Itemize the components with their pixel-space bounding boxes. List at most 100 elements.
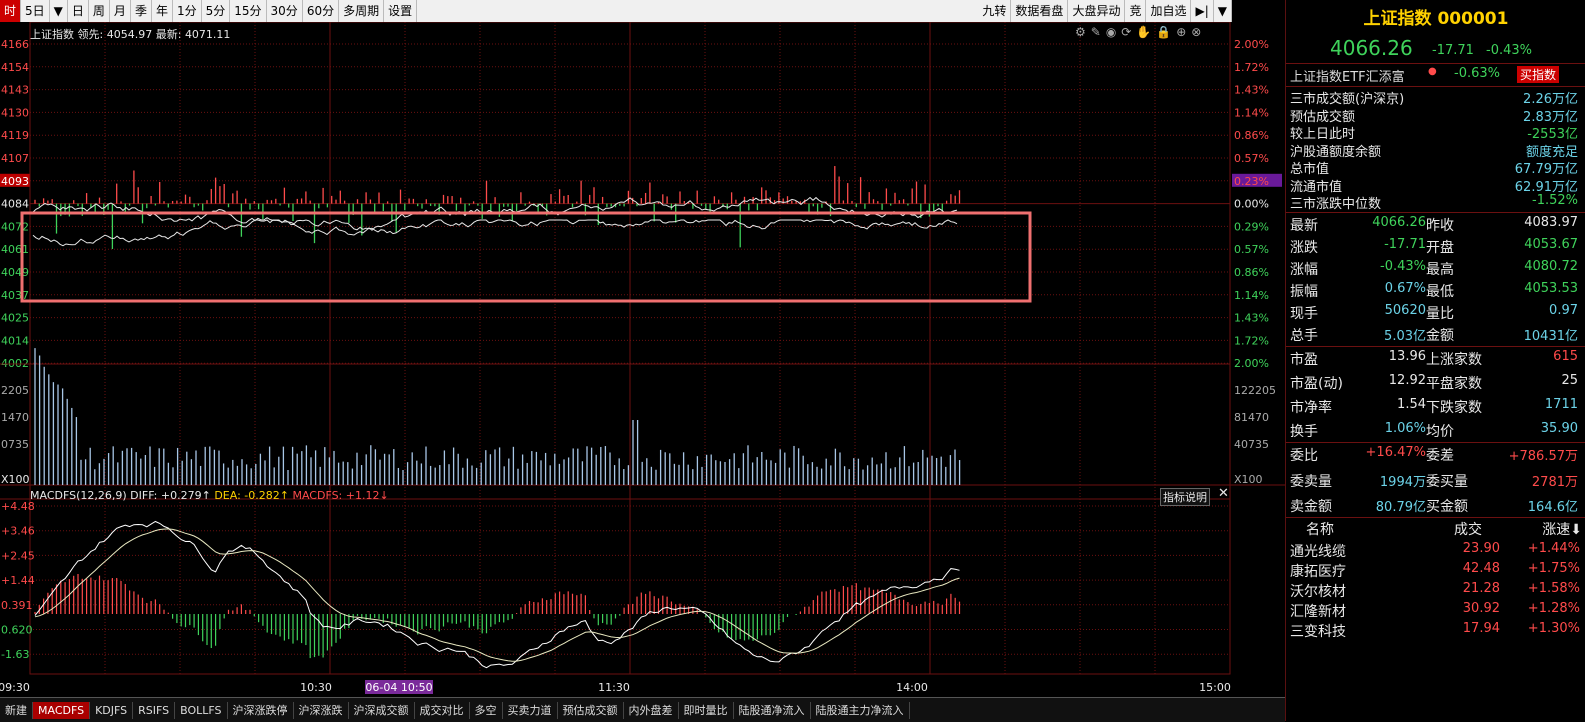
time-cursor-label: 06-04 10:50 (365, 681, 432, 694)
stat-value: -1.52% (1532, 193, 1578, 208)
stock-name[interactable]: 汇隆新材 (1290, 601, 1346, 621)
price-tick: 4107 (1, 152, 29, 165)
quote-label: 均价 (1426, 424, 1454, 440)
stat-label: 沪股通额度余额 (1290, 144, 1382, 160)
indicator-tab-15[interactable]: 陆股通主力净流入 (811, 701, 910, 719)
period-tab-9[interactable]: 5分 (202, 0, 231, 22)
quote-label: 平盘家数 (1426, 376, 1482, 392)
tool-tab-5[interactable]: ▶| (1191, 0, 1214, 22)
period-tab-1[interactable]: 5日 (21, 0, 50, 22)
quote-label: 换手 (1290, 424, 1318, 440)
indicator-tab-9[interactable]: 多空 (470, 701, 503, 719)
price-tick: 4093 (1, 175, 29, 188)
indicator-tab-12[interactable]: 内外盘差 (624, 701, 679, 719)
period-tab-4[interactable]: 周 (89, 0, 110, 22)
tool-tab-6[interactable]: ▼ (1214, 0, 1232, 22)
indicator-help-button[interactable]: 指标说明 (1160, 488, 1210, 506)
period-tab-11[interactable]: 30分 (267, 0, 303, 22)
quote-value: 1994万 (1379, 474, 1426, 490)
pct-tick: 1.14% (1234, 289, 1269, 302)
period-tab-3[interactable]: 日 (68, 0, 89, 22)
indicator-tab-7[interactable]: 沪深成交额 (349, 701, 415, 719)
list-header-speed[interactable]: 涨速⬇ (1542, 519, 1582, 539)
chart-info: 上证指数 领先: 4054.97 最新: 4071.11 (30, 26, 230, 42)
period-tab-6[interactable]: 季 (131, 0, 152, 22)
intraday-chart[interactable]: 4166 2.00% 4154 1.72% 4143 1.43% 4130 1.14% 4119… (0, 22, 1285, 696)
period-tab-8[interactable]: 1分 (173, 0, 202, 22)
period-tab-10[interactable]: 15分 (230, 0, 267, 22)
period-tab-14[interactable]: 设置 (384, 0, 418, 22)
quote-value: 0.97 (1549, 303, 1578, 318)
indicator-tab-6[interactable]: 沪深涨跌 (294, 701, 349, 719)
time-tick: 11:30 (598, 681, 630, 694)
price-tick: 4166 (1, 38, 29, 51)
stock-name[interactable]: 通光线缆 (1290, 541, 1346, 561)
period-tab-7[interactable]: 年 (152, 0, 173, 22)
pct-tick: 0.29% (1234, 220, 1269, 233)
period-tab-5[interactable]: 月 (110, 0, 131, 22)
stock-name[interactable]: 沃尔核材 (1290, 581, 1346, 601)
tool-tab-2[interactable]: 大盘异动 (1068, 0, 1126, 22)
indicator-tab-8[interactable]: 成交对比 (415, 701, 470, 719)
indicator-tab-11[interactable]: 预估成交额 (558, 701, 624, 719)
current-price: 4066.26 (1330, 36, 1413, 60)
tool-tab-0[interactable]: 九转 (978, 0, 1012, 22)
stat-value: 2.83万亿 (1523, 109, 1578, 125)
indicator-tab-1[interactable]: MACDFS (33, 701, 91, 719)
quote-value: 1.54 (1397, 397, 1426, 412)
price-tick: 4025 (1, 312, 29, 325)
quote-value: 4080.72 (1524, 259, 1578, 274)
indicator-tab-4[interactable]: BOLLFS (175, 701, 228, 719)
quote-label: 上涨家数 (1426, 352, 1482, 368)
volume-tick: X100 (1234, 473, 1263, 486)
indicator-tab-3[interactable]: RSIFS (133, 701, 176, 719)
quote-value: -17.71 (1384, 237, 1426, 252)
last-label: 最新: (155, 28, 182, 41)
quote-label: 涨幅 (1290, 262, 1318, 278)
period-tab-13[interactable]: 多周期 (339, 0, 385, 22)
period-tab-12[interactable]: 60分 (303, 0, 340, 22)
quote-label: 振幅 (1290, 284, 1318, 300)
stat-value: 2.26万亿 (1523, 92, 1578, 107)
price-change: -17.71 (1432, 43, 1474, 58)
tool-tab-3[interactable]: 竞 (1125, 0, 1147, 22)
indicator-tab-2[interactable]: KDJFS (90, 701, 134, 719)
chart-tool-icons[interactable]: ⚙✎◉⟳✋🔒⊕⊗ (1075, 25, 1206, 39)
time-tick: 14:00 (896, 681, 928, 694)
stock-name[interactable]: 康拓医疗 (1290, 561, 1346, 581)
quote-label: 总手 (1290, 328, 1318, 344)
tool-tab-4[interactable]: 加自选 (1146, 0, 1192, 22)
macd-tick: +2.45 (1, 549, 35, 562)
chart-canvas[interactable]: 4166 2.00% 4154 1.72% 4143 1.43% 4130 1.14% 4119… (0, 22, 1285, 696)
etf-name[interactable]: 上证指数ETF汇添富 (1290, 66, 1405, 85)
buy-index-button[interactable]: 买指数 (1517, 66, 1560, 83)
stock-price: 23.90 (1462, 541, 1500, 556)
volume-tick: 122205 (1234, 384, 1276, 397)
tool-tab-1[interactable]: 数据看盘 (1011, 0, 1069, 22)
pct-tick: 1.43% (1234, 84, 1269, 97)
period-tab-0[interactable]: 时 (0, 0, 22, 22)
macd-tick: -1.63 (1, 648, 29, 661)
index-title: 上证指数 000001 (1363, 9, 1509, 29)
volume-tick: 40735 (1234, 438, 1269, 451)
list-header-name[interactable]: 名称 (1306, 519, 1334, 539)
period-tab-2[interactable]: ▼ (50, 0, 68, 22)
list-header-price[interactable]: 成交 (1454, 519, 1482, 539)
quote-value: 164.6亿 (1527, 500, 1578, 515)
volume-tick: 1470 (1, 411, 29, 424)
stat-label: 三市涨跌中位数 (1290, 197, 1382, 212)
stock-speed: +1.58% (1527, 581, 1580, 596)
indicator-tab-14[interactable]: 陆股通净流入 (734, 701, 811, 719)
quote-label: 市盈 (1290, 352, 1318, 368)
stock-speed: +1.75% (1527, 561, 1580, 576)
quote-label: 买金额 (1426, 499, 1468, 515)
indicator-tab-5[interactable]: 沪深涨跌停 (228, 701, 294, 719)
indicator-tab-0[interactable]: 新建 (0, 701, 33, 719)
stock-name[interactable]: 三变科技 (1290, 621, 1346, 641)
volume-tick: 0735 (1, 438, 29, 451)
indicator-tab-13[interactable]: 即时量比 (679, 701, 734, 719)
close-icon[interactable]: ✕ (1218, 486, 1229, 501)
indicator-tabs: 新建 MACDFS KDJFS RSIFS BOLLFS 沪深涨跌停 沪深涨跌 沪深成交额 成交… (0, 697, 1285, 722)
quote-value: 615 (1553, 349, 1578, 364)
indicator-tab-10[interactable]: 买卖力道 (503, 701, 558, 719)
